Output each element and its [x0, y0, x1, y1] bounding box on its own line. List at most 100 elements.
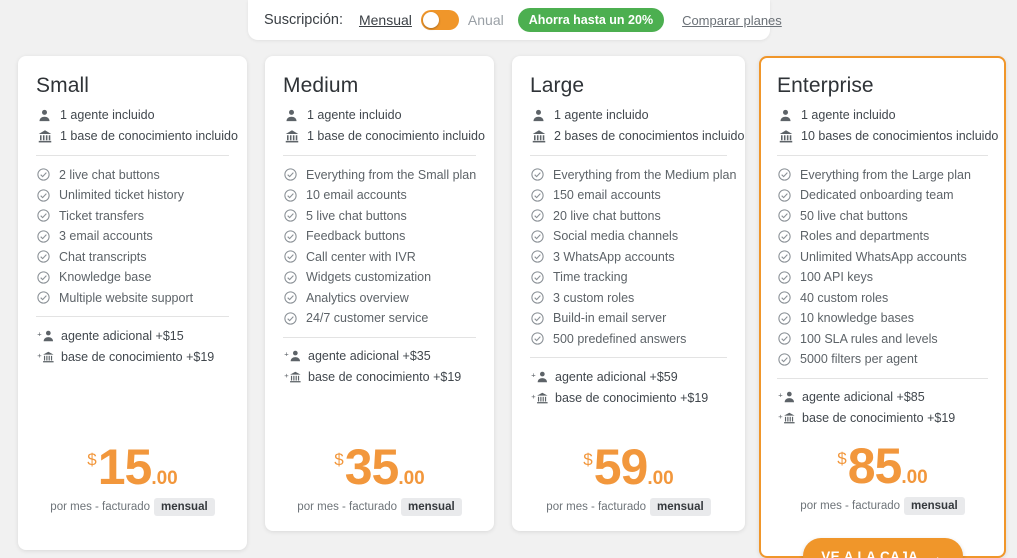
check-circle-icon [777, 331, 792, 346]
plan-card-enterprise[interactable]: Enterprise 1 agente incluido 10 bases de… [759, 56, 1006, 558]
addon-label: agente adicional +$15 [61, 328, 184, 343]
feature-item: Call center with IVR [283, 249, 476, 264]
feature-label: 100 API keys [800, 270, 873, 284]
feature-label: Analytics overview [306, 290, 409, 305]
feature-label: Unlimited WhatsApp accounts [800, 249, 967, 264]
feature-label: 100 SLA rules and levels [800, 331, 938, 346]
feature-label: 40 custom roles [800, 290, 889, 305]
currency-symbol: $ [87, 450, 97, 469]
check-circle-icon [777, 188, 792, 203]
feature-label: Everything from the Small plan [306, 167, 477, 182]
included-label: 1 agente incluido [801, 108, 896, 122]
check-circle-icon [777, 229, 792, 244]
check-circle-icon [530, 208, 545, 223]
feature-label: 3 WhatsApp accounts [553, 249, 675, 264]
billing-option-annual[interactable]: Anual [468, 12, 504, 28]
add-agent-icon: + [36, 328, 55, 343]
addon-label: agente adicional +$59 [555, 369, 678, 384]
check-circle-icon [777, 270, 792, 285]
check-circle-icon [777, 249, 792, 264]
switch-knob [422, 12, 439, 28]
feature-label: Chat transcripts [59, 249, 147, 264]
price-block: $ 35 .00 por mes - facturado mensual [265, 442, 494, 516]
add-knowledge-base-icon: + [777, 411, 796, 426]
addon-label: agente adicional +$35 [308, 349, 431, 363]
arrow-right-icon: → [926, 546, 944, 558]
check-circle-icon [530, 249, 545, 264]
pricing-cards: Small 1 agente incluido 1 base de conoci… [0, 56, 1017, 558]
included-row: 1 agente incluido [36, 107, 229, 123]
billing-note: por mes - facturado mensual [512, 497, 745, 516]
checkout-button[interactable]: VE A LA CAJA → [802, 538, 963, 558]
included-row: 1 agente incluido [530, 107, 727, 123]
included-row: 1 base de conocimiento incluido [283, 128, 485, 144]
compare-plans-link[interactable]: Comparar planes [682, 13, 782, 28]
feature-label: Unlimited ticket history [59, 188, 185, 202]
check-circle-icon [283, 208, 298, 223]
svg-text:+: + [778, 391, 783, 400]
feature-label: Build-in email server [553, 311, 667, 325]
addon-item: + agente adicional +$35 [283, 349, 476, 364]
feature-label: 5 live chat buttons [306, 208, 407, 223]
currency-symbol: $ [583, 450, 593, 469]
check-circle-icon [36, 167, 51, 182]
check-circle-icon [777, 208, 792, 223]
included-label: 1 agente incluido [554, 108, 649, 122]
feature-label: Social media channels [553, 229, 679, 243]
feature-label: Everything from the Large plan [800, 167, 971, 182]
feature-item: Build-in email server [530, 311, 727, 326]
billing-option-monthly[interactable]: Mensual [359, 12, 412, 28]
feature-item: 3 email accounts [36, 229, 229, 244]
feature-item: 10 knowledge bases [777, 311, 988, 326]
addon-item: + base de conocimiento +$19 [777, 411, 988, 426]
billing-period-switch[interactable] [420, 10, 459, 30]
check-circle-icon [530, 229, 545, 244]
check-circle-icon [777, 290, 792, 305]
feature-item: Everything from the Medium plan [530, 167, 736, 182]
feature-item: 2 live chat buttons [36, 167, 229, 182]
addon-label: base de conocimiento +$19 [555, 390, 709, 405]
feature-label: 24/7 customer service [306, 311, 429, 325]
price: $ 35 .00 [334, 442, 425, 491]
feature-item: Knowledge base [36, 270, 229, 285]
subscription-header: Suscripción: Mensual Anual Ahorra hasta … [248, 0, 782, 40]
agent-icon [283, 107, 300, 123]
plan-title: Enterprise [777, 74, 874, 97]
svg-text:+: + [778, 412, 783, 421]
svg-text:+: + [284, 371, 289, 380]
price: $ 59 .00 [583, 442, 674, 491]
addon-label: base de conocimiento +$19 [308, 370, 462, 384]
included-label: 2 bases de conocimientos incluido [554, 129, 745, 143]
savings-badge: Ahorra hasta un 20% [517, 8, 665, 32]
feature-item: Widgets customization [283, 270, 476, 285]
check-circle-icon [36, 188, 51, 203]
addon-item: + base de conocimiento +$19 [530, 390, 727, 405]
addon-item: + base de conocimiento +$19 [283, 370, 476, 385]
billing-period-toggle-group: Mensual Anual [359, 10, 504, 30]
check-circle-icon [530, 167, 545, 182]
price-block: $ 59 .00 por mes - facturado mensual [512, 442, 745, 516]
add-knowledge-base-icon: + [283, 370, 302, 385]
feature-item: Roles and departments [777, 229, 988, 244]
divider [530, 155, 727, 156]
price-cents: .00 [151, 467, 178, 489]
feature-label: 2 live chat buttons [59, 167, 160, 182]
check-circle-icon [36, 208, 51, 223]
price-amount: 85 [847, 438, 903, 494]
divider [36, 155, 229, 156]
plan-card-small[interactable]: Small 1 agente incluido 1 base de conoci… [18, 56, 247, 550]
price-cents: .00 [901, 466, 928, 488]
plan-card-medium[interactable]: Medium 1 agente incluido 1 base de conoc… [265, 56, 494, 531]
plan-card-large[interactable]: Large 1 agente incluido 2 bases de conoc… [512, 56, 745, 531]
included-label: 1 agente incluido [307, 108, 402, 122]
feature-item: Unlimited WhatsApp accounts [777, 249, 988, 264]
included-row: 2 bases de conocimientos incluido [530, 128, 744, 144]
feature-item: 500 predefined answers [530, 331, 727, 346]
divider [530, 357, 727, 358]
feature-label: 500 predefined answers [553, 331, 687, 346]
feature-label: Roles and departments [800, 229, 930, 243]
feature-item: 5000 filters per agent [777, 352, 988, 367]
pricing-page: Suscripción: Mensual Anual Ahorra hasta … [0, 0, 1017, 558]
check-circle-icon [777, 167, 792, 182]
feature-label: Everything from the Medium plan [553, 167, 737, 182]
